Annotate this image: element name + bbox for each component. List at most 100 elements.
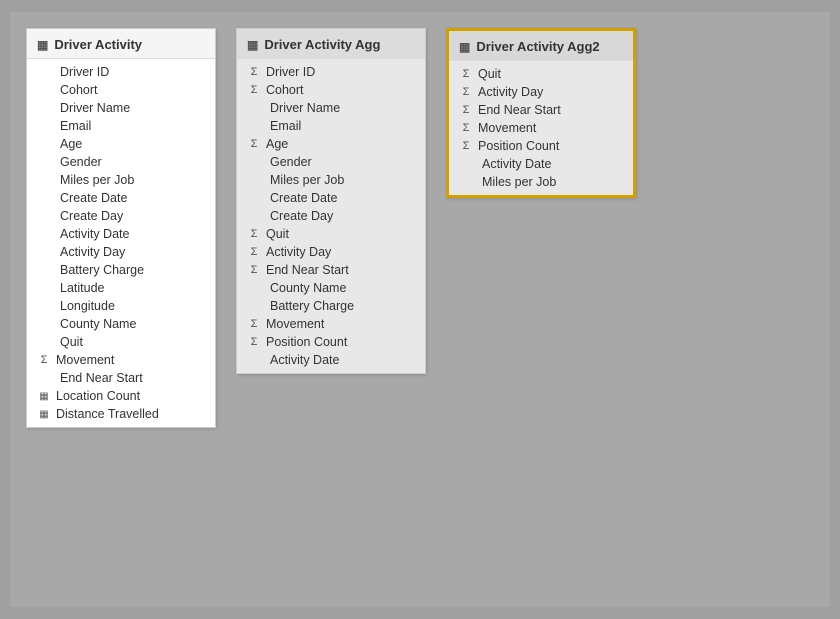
- sigma-icon: Σ: [459, 140, 473, 152]
- field-name-label: Activity Day: [478, 85, 623, 99]
- field-name-label: Activity Day: [266, 245, 415, 259]
- field-name-label: End Near Start: [266, 263, 415, 277]
- table-header-driver-activity-agg2: ▦ Driver Activity Agg2: [449, 31, 633, 61]
- table-title: Driver Activity Agg: [264, 37, 380, 52]
- field-name-label: Miles per Job: [270, 173, 415, 187]
- field-row[interactable]: Activity Day: [27, 243, 215, 261]
- field-row[interactable]: End Near Start: [27, 369, 215, 387]
- field-name-label: Cohort: [266, 83, 415, 97]
- field-name-label: Cohort: [60, 83, 205, 97]
- table-header-icon: ▦: [459, 40, 470, 54]
- sigma-icon: Σ: [247, 318, 261, 330]
- field-row[interactable]: Driver Name: [237, 99, 425, 117]
- field-row[interactable]: Create Date: [27, 189, 215, 207]
- table-header-icon: ▦: [247, 38, 258, 52]
- field-row[interactable]: Gender: [237, 153, 425, 171]
- sigma-icon: Σ: [37, 354, 51, 366]
- sigma-icon: Σ: [459, 68, 473, 80]
- field-name-label: Battery Charge: [60, 263, 205, 277]
- sigma-icon: Σ: [247, 138, 261, 150]
- field-row[interactable]: Activity Date: [27, 225, 215, 243]
- field-name-label: Create Date: [270, 191, 415, 205]
- field-row[interactable]: Quit: [27, 333, 215, 351]
- field-name-label: Driver ID: [266, 65, 415, 79]
- field-row[interactable]: Age: [27, 135, 215, 153]
- field-row[interactable]: Activity Date: [237, 351, 425, 369]
- field-name-label: Age: [266, 137, 415, 151]
- field-name-label: Activity Date: [270, 353, 415, 367]
- field-row[interactable]: ΣPosition Count: [237, 333, 425, 351]
- field-name-label: End Near Start: [478, 103, 623, 117]
- canvas: ▦Driver ActivityDriver IDCohortDriver Na…: [10, 12, 830, 607]
- sigma-icon: Σ: [459, 122, 473, 134]
- field-row[interactable]: Σ Driver ID: [237, 63, 425, 81]
- field-name-label: Movement: [266, 317, 415, 331]
- field-row[interactable]: ▦ Location Count: [27, 387, 215, 405]
- field-name-label: Location Count: [56, 389, 205, 403]
- field-row[interactable]: ΣActivity Day: [237, 243, 425, 261]
- field-name-label: Create Day: [60, 209, 205, 223]
- table-icon: ▦: [37, 391, 51, 402]
- field-row[interactable]: Battery Charge: [27, 261, 215, 279]
- field-name-label: Latitude: [60, 281, 205, 295]
- field-name-label: Create Day: [270, 209, 415, 223]
- field-name-label: Longitude: [60, 299, 205, 313]
- field-row[interactable]: Battery Charge: [237, 297, 425, 315]
- field-name-label: Distance Travelled: [56, 407, 205, 421]
- field-name-label: Position Count: [478, 139, 623, 153]
- field-row[interactable]: Σ Quit: [449, 65, 633, 83]
- table-body-driver-activity-agg2: Σ Quit Σ Activity Day Σ End Near Start Σ Moveme…: [449, 61, 633, 195]
- field-name-label: Email: [60, 119, 205, 133]
- table-title: Driver Activity: [54, 37, 142, 52]
- field-row[interactable]: County Name: [237, 279, 425, 297]
- field-row[interactable]: Miles per Job: [27, 171, 215, 189]
- field-row[interactable]: Create Day: [27, 207, 215, 225]
- field-row[interactable]: Create Day: [237, 207, 425, 225]
- field-row[interactable]: Σ End Near Start: [449, 101, 633, 119]
- field-name-label: Gender: [60, 155, 205, 169]
- field-row[interactable]: Σ Activity Day: [449, 83, 633, 101]
- field-name-label: Activity Day: [60, 245, 205, 259]
- field-name-label: Activity Date: [482, 157, 623, 171]
- field-name-label: Movement: [478, 121, 623, 135]
- field-row[interactable]: Activity Date: [449, 155, 633, 173]
- table-icon: ▦: [37, 409, 51, 420]
- field-row[interactable]: Driver Name: [27, 99, 215, 117]
- table-header-driver-activity: ▦Driver Activity: [27, 29, 215, 59]
- field-row[interactable]: Σ Movement: [237, 315, 425, 333]
- field-row[interactable]: Cohort: [27, 81, 215, 99]
- table-body-driver-activity-agg: Σ Driver ID Σ Cohort Driver NameEmail Σ Age Gen…: [237, 59, 425, 373]
- sigma-icon: Σ: [459, 86, 473, 98]
- field-row[interactable]: Gender: [27, 153, 215, 171]
- field-row[interactable]: ΣMovement: [27, 351, 215, 369]
- field-row[interactable]: ΣEnd Near Start: [237, 261, 425, 279]
- field-row[interactable]: Driver ID: [27, 63, 215, 81]
- field-name-label: Battery Charge: [270, 299, 415, 313]
- field-row[interactable]: ΣQuit: [237, 225, 425, 243]
- sigma-icon: Σ: [247, 84, 261, 96]
- field-row[interactable]: Σ Position Count: [449, 137, 633, 155]
- field-name-label: County Name: [270, 281, 415, 295]
- field-row[interactable]: Email: [237, 117, 425, 135]
- field-name-label: Gender: [270, 155, 415, 169]
- field-row[interactable]: Σ Movement: [449, 119, 633, 137]
- field-name-label: County Name: [60, 317, 205, 331]
- field-row[interactable]: Miles per Job: [449, 173, 633, 191]
- field-row[interactable]: Create Date: [237, 189, 425, 207]
- sigma-icon: Σ: [247, 66, 261, 78]
- field-row[interactable]: ▦ Distance Travelled: [27, 405, 215, 423]
- table-header-driver-activity-agg: ▦ Driver Activity Agg: [237, 29, 425, 59]
- sigma-icon: Σ: [459, 104, 473, 116]
- field-row[interactable]: Email: [27, 117, 215, 135]
- field-row[interactable]: Latitude: [27, 279, 215, 297]
- field-row[interactable]: Miles per Job: [237, 171, 425, 189]
- field-name-label: Quit: [478, 67, 623, 81]
- table-card-driver-activity: ▦Driver ActivityDriver IDCohortDriver Na…: [26, 28, 216, 428]
- field-row[interactable]: Σ Cohort: [237, 81, 425, 99]
- field-row[interactable]: County Name: [27, 315, 215, 333]
- field-name-label: Position Count: [266, 335, 415, 349]
- field-row[interactable]: Σ Age: [237, 135, 425, 153]
- table-title: Driver Activity Agg2: [476, 39, 599, 54]
- field-row[interactable]: Longitude: [27, 297, 215, 315]
- field-name-label: Activity Date: [60, 227, 205, 241]
